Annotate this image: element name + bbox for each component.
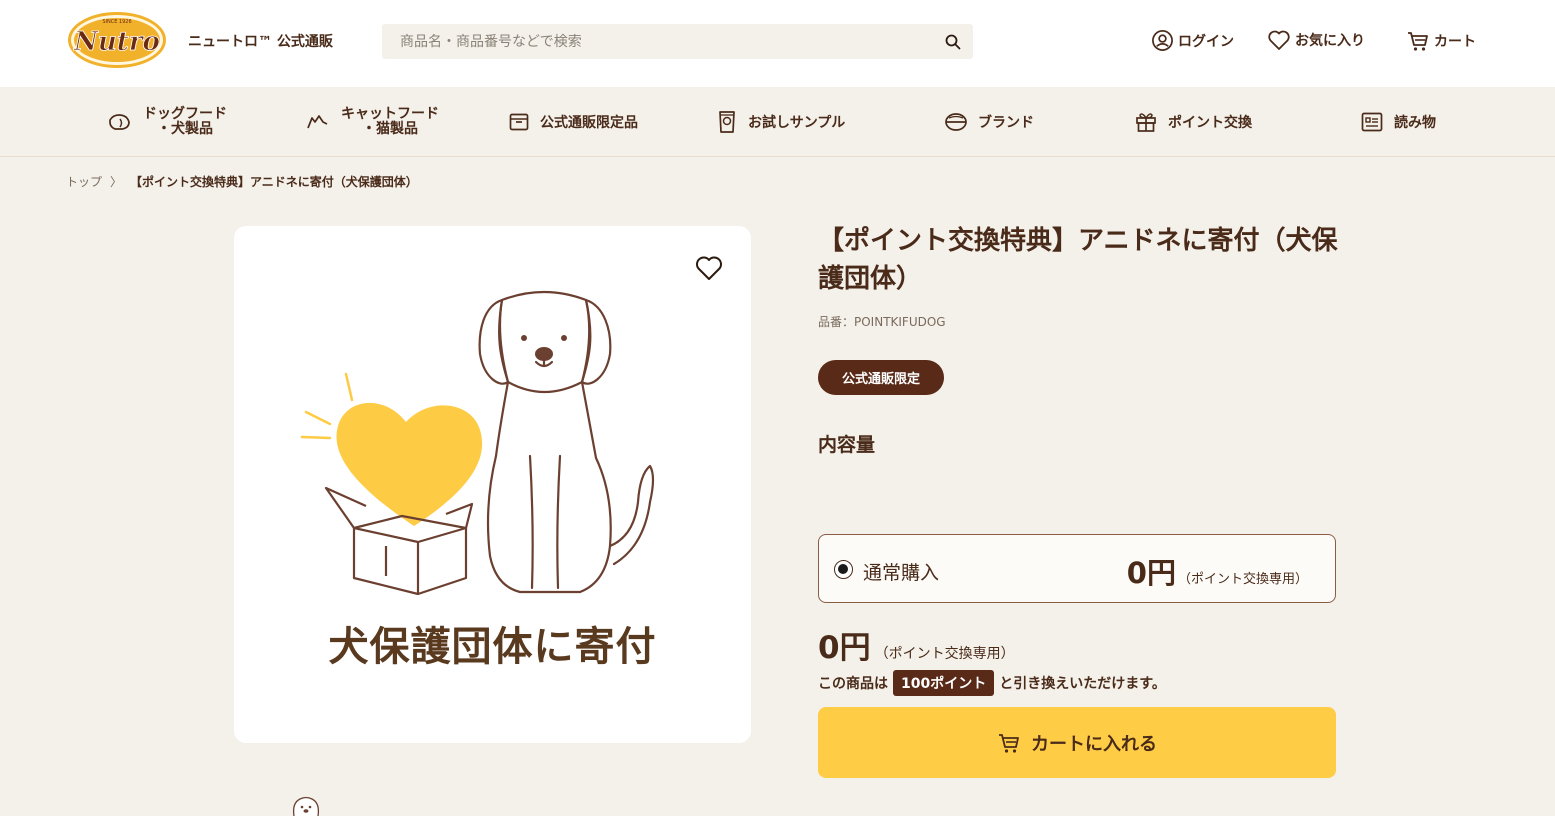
- add-to-cart-label: カートに入れる: [1031, 733, 1157, 755]
- purchase-option-regular[interactable]: 通常購入 0円 （ポイント交換専用）: [818, 534, 1336, 603]
- breadcrumb-current: 【ポイント交換特典】アニドネに寄付（犬保護団体）: [130, 175, 418, 189]
- nav-reading-label: 読み物: [1394, 115, 1436, 131]
- site-header: SINCE 1926 Nutro ニュートロ™ 公式通販 ログイン お気に入り …: [0, 0, 1555, 87]
- nav-limited-label: 公式通販限定品: [540, 115, 638, 131]
- sample-bag-icon: [719, 111, 735, 133]
- price-row: 0円 （ポイント交換専用）: [818, 622, 1015, 667]
- price-note: （ポイント交換専用）: [874, 646, 1015, 662]
- svg-text:Nutro: Nutro: [73, 27, 160, 57]
- add-to-cart-button[interactable]: カートに入れる: [818, 707, 1336, 778]
- points-tag: 100ポイント: [893, 670, 995, 696]
- search-input[interactable]: [382, 24, 922, 59]
- favorite-button[interactable]: [694, 254, 724, 282]
- volume-label: 内容量: [818, 434, 876, 456]
- heart-icon: [1268, 30, 1290, 50]
- gift-icon: [1136, 113, 1156, 132]
- nav-cat-food-line2: ・猫製品: [362, 121, 418, 137]
- article-icon: [1361, 112, 1383, 132]
- nav-cat-food[interactable]: キャットフード ・猫製品: [305, 87, 439, 157]
- limited-badge: 公式通販限定: [818, 360, 944, 395]
- login-link[interactable]: ログイン: [1151, 29, 1234, 52]
- price-value: 0円: [818, 630, 871, 666]
- favorites-label: お気に入り: [1295, 33, 1365, 49]
- nav-cat-food-line1: キャットフード: [341, 106, 439, 122]
- breadcrumb-top[interactable]: トップ: [66, 173, 102, 190]
- image-caption: 犬保護団体に寄付: [328, 624, 657, 670]
- radio-selected[interactable]: [834, 560, 853, 579]
- points-prefix: この商品は: [818, 676, 888, 692]
- dog-icon: [109, 114, 130, 130]
- nav-brand[interactable]: ブランド: [944, 87, 1034, 157]
- cart-icon: [1408, 32, 1428, 51]
- category-nav: ドッグフード ・犬製品 キャットフード ・猫製品 公式通販限定品 お試しサンプル ブ…: [0, 87, 1555, 157]
- heart-outline-icon: [696, 256, 722, 280]
- nav-dog-food-line2: ・犬製品: [157, 121, 213, 137]
- option-price: 0円 （ポイント交換専用）: [1127, 550, 1308, 592]
- nav-dog-food-line1: ドッグフード: [143, 106, 227, 122]
- cart-icon: [999, 733, 1019, 753]
- search-button[interactable]: [941, 30, 965, 54]
- option-price-value: 0円: [1126, 556, 1176, 590]
- cart-label: カート: [1434, 34, 1476, 50]
- nav-samples[interactable]: お試しサンプル: [716, 87, 845, 157]
- option-price-note: （ポイント交換専用）: [1177, 572, 1308, 587]
- search-icon: [945, 34, 961, 50]
- product-sku: 品番：POINTKIFUDOG: [818, 315, 946, 329]
- site-name[interactable]: ニュートロ™ 公式通販: [188, 31, 333, 51]
- dog-thumbnail-icon[interactable]: [288, 795, 324, 816]
- nutro-logo[interactable]: SINCE 1926 Nutro: [66, 10, 168, 70]
- nav-samples-label: お試しサンプル: [748, 115, 846, 131]
- points-suffix: と引き換えいただけます。: [999, 676, 1166, 692]
- search-bar: [382, 24, 973, 59]
- points-info: この商品は 100ポイント と引き換えいただけます。: [818, 670, 1166, 696]
- breadcrumb-separator: 〉: [110, 175, 123, 189]
- favorites-link[interactable]: お気に入り: [1267, 29, 1365, 51]
- user-icon: [1152, 30, 1173, 51]
- brand-emblem-icon: [945, 113, 967, 131]
- nav-limited[interactable]: 公式通販限定品: [508, 87, 638, 157]
- nav-points-label: ポイント交換: [1168, 115, 1252, 131]
- svg-text:SINCE 1926: SINCE 1926: [102, 19, 131, 25]
- option-label: 通常購入: [863, 562, 940, 584]
- nav-reading[interactable]: 読み物: [1360, 87, 1436, 157]
- product-image: 犬保護団体に寄付: [234, 226, 751, 743]
- nav-points[interactable]: ポイント交換: [1134, 87, 1252, 157]
- nav-brand-label: ブランド: [978, 115, 1034, 131]
- box-icon: [509, 113, 529, 131]
- breadcrumb: トップ 〉 【ポイント交換特典】アニドネに寄付（犬保護団体）: [66, 173, 418, 190]
- nav-dog-food[interactable]: ドッグフード ・犬製品: [107, 87, 227, 157]
- cart-link[interactable]: カート: [1406, 29, 1476, 53]
- product-title: 【ポイント交換特典】アニドネに寄付（犬保護団体）: [818, 226, 1338, 294]
- login-label: ログイン: [1178, 33, 1234, 50]
- cat-icon: [307, 115, 328, 129]
